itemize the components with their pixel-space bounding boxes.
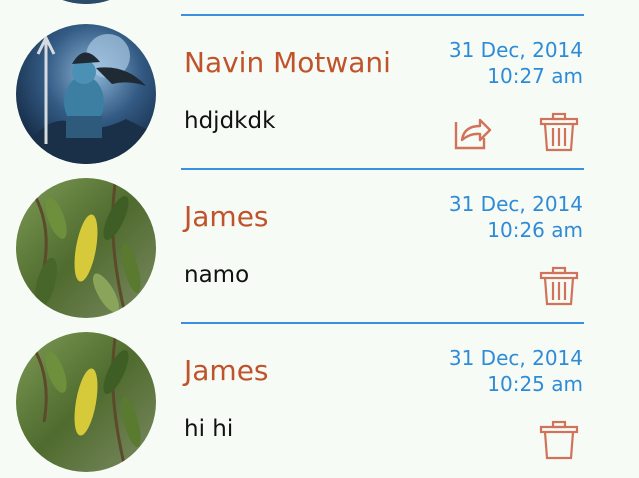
leaves-avatar <box>16 332 156 472</box>
message-row[interactable]: James hi hi 31 Dec, 2014 10:25 am <box>0 324 639 478</box>
trash-icon[interactable] <box>539 420 579 460</box>
message-date: 31 Dec, 2014 <box>448 192 583 216</box>
message-text: hi hi <box>184 416 234 442</box>
sender-name: Navin Motwani <box>184 46 391 79</box>
message-row[interactable]: Navin Motwani hdjdkdk 31 Dec, 2014 10:27… <box>0 16 639 170</box>
message-date: 31 Dec, 2014 <box>448 346 583 370</box>
shiva-avatar <box>16 24 156 164</box>
share-icon[interactable] <box>452 112 492 152</box>
message-date: 31 Dec, 2014 <box>448 38 583 62</box>
trash-icon[interactable] <box>539 112 579 152</box>
message-row[interactable]: James namo 31 Dec, 2014 10:26 am <box>0 170 639 324</box>
leaves-avatar <box>16 178 156 318</box>
message-row[interactable] <box>0 0 639 10</box>
leaves-avatar <box>16 0 156 4</box>
message-time: 10:27 am <box>487 64 583 88</box>
message-time: 10:26 am <box>487 218 583 242</box>
trash-icon[interactable] <box>539 266 579 306</box>
message-text: namo <box>184 262 250 288</box>
sender-name: James <box>184 200 269 233</box>
sender-name: James <box>184 354 269 387</box>
message-text: hdjdkdk <box>184 108 276 134</box>
message-time: 10:25 am <box>487 372 583 396</box>
